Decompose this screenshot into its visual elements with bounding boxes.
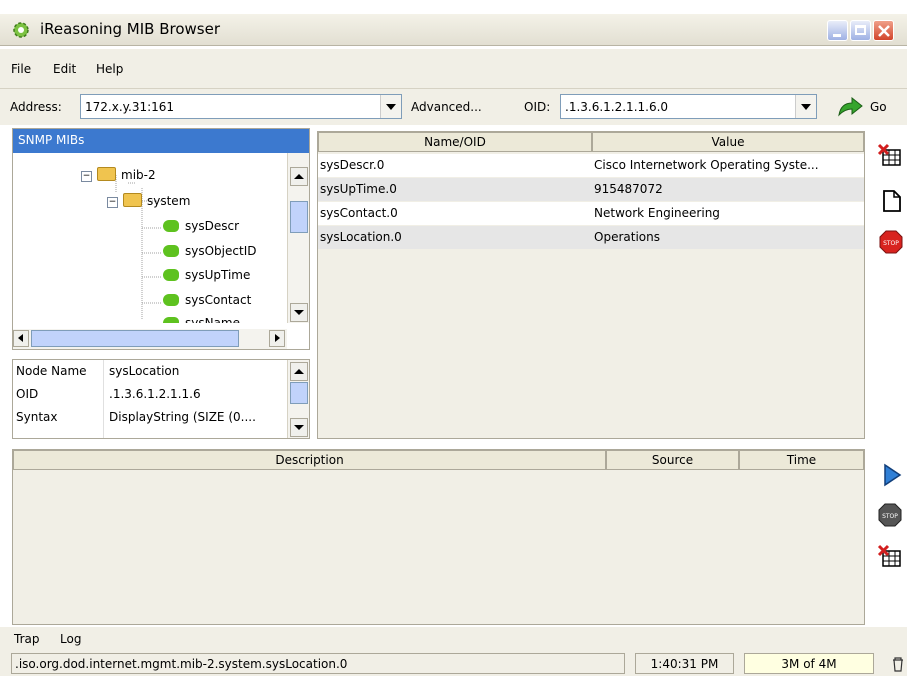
node-info-scrollbar[interactable]: [287, 360, 309, 438]
svg-text:STOP: STOP: [883, 240, 899, 247]
tree-leaf-sysobjectid[interactable]: sysObjectID: [163, 244, 256, 258]
status-bar: .iso.org.dod.internet.mgmt.mib-2.system.…: [0, 651, 907, 676]
go-label: Go: [870, 100, 887, 114]
tree-node-system[interactable]: − system: [107, 193, 190, 208]
column-divider: [103, 360, 104, 438]
tree-vertical-scrollbar[interactable]: [287, 153, 309, 323]
column-header-time[interactable]: Time: [739, 450, 864, 470]
leaf-icon: [163, 220, 179, 232]
go-button[interactable]: Go: [836, 94, 906, 120]
mib-tree-header: SNMP MIBs: [13, 129, 309, 153]
menu-file[interactable]: File: [11, 62, 31, 76]
menu-edit[interactable]: Edit: [53, 62, 76, 76]
go-arrow-icon: [838, 97, 863, 117]
column-header-name-oid[interactable]: Name/OID: [318, 132, 592, 152]
status-oid-path: .iso.org.dod.internet.mgmt.mib-2.system.…: [11, 653, 625, 674]
play-icon[interactable]: [879, 462, 905, 488]
tab-log[interactable]: Log: [60, 632, 81, 646]
folder-open-icon: [97, 167, 116, 181]
scroll-thumb[interactable]: [290, 201, 308, 233]
scroll-down-button[interactable]: [290, 303, 308, 322]
leaf-icon: [163, 317, 179, 323]
minimize-icon: [833, 34, 841, 37]
clear-table-icon[interactable]: [877, 544, 903, 570]
mib-tree-panel: SNMP MIBs − mib-2 − system sysDescr sysObj…: [12, 128, 310, 350]
status-time: 1:40:31 PM: [635, 653, 734, 674]
node-info-panel: Node Name sysLocation OID .1.3.6.1.2.1.1…: [12, 359, 310, 439]
clear-table-icon[interactable]: [877, 143, 903, 169]
scroll-right-button[interactable]: [269, 330, 285, 347]
title-bar[interactable]: iReasoning MIB Browser: [0, 14, 907, 46]
scroll-up-button[interactable]: [290, 362, 308, 381]
stop-icon[interactable]: STOP: [878, 229, 904, 255]
column-header-description[interactable]: Description: [13, 450, 606, 470]
tree-leaf-sysdescr[interactable]: sysDescr: [163, 219, 239, 233]
node-info-row: Node Name sysLocation: [16, 364, 180, 378]
scroll-thumb[interactable]: [290, 382, 308, 404]
collapse-icon[interactable]: −: [81, 171, 92, 182]
oid-combobox[interactable]: .1.3.6.1.2.1.1.6.0: [560, 94, 817, 119]
window-title: iReasoning MIB Browser: [40, 20, 221, 38]
minimize-button[interactable]: [827, 20, 848, 41]
tree-leaf-sysname[interactable]: sysName: [163, 316, 240, 323]
table-row[interactable]: sysContact.0 Network Engineering: [318, 202, 864, 225]
tree-leaf-syscontact[interactable]: sysContact: [163, 293, 251, 307]
oid-dropdown-arrow-icon[interactable]: [795, 95, 816, 118]
trash-icon[interactable]: [890, 656, 906, 672]
scroll-down-button[interactable]: [290, 418, 308, 437]
leaf-icon: [163, 245, 179, 257]
close-icon: [878, 25, 890, 37]
address-combobox[interactable]: 172.x.y.31:161: [80, 94, 402, 119]
tree-leaf-sysuptime[interactable]: sysUpTime: [163, 268, 250, 282]
tree-horizontal-scrollbar[interactable]: [13, 329, 287, 349]
scroll-left-button[interactable]: [13, 330, 29, 347]
address-dropdown-arrow-icon[interactable]: [380, 95, 401, 118]
scroll-thumb[interactable]: [31, 330, 239, 347]
table-row[interactable]: sysUpTime.0 915487072: [318, 178, 864, 201]
stop-icon[interactable]: STOP: [877, 502, 903, 528]
tab-bar: Trap Log: [0, 627, 907, 651]
oid-label: OID:: [524, 100, 551, 114]
address-bar: Address: 172.x.y.31:161 Advanced... OID:…: [0, 89, 907, 125]
tree-node-mib-2[interactable]: − mib-2: [81, 167, 156, 182]
address-label: Address:: [10, 100, 62, 114]
advanced-button[interactable]: Advanced...: [411, 100, 482, 114]
results-table[interactable]: Name/OID Value sysDescr.0 Cisco Internet…: [317, 131, 865, 439]
scroll-up-button[interactable]: [290, 167, 308, 186]
column-header-value[interactable]: Value: [592, 132, 864, 152]
mib-tree[interactable]: − mib-2 − system sysDescr sysObjectID sysU…: [13, 153, 287, 323]
close-button[interactable]: [873, 20, 894, 41]
menu-bar: File Edit Help: [0, 49, 907, 89]
node-info-row: Syntax DisplayString (SIZE (0....: [16, 410, 256, 424]
address-input[interactable]: 172.x.y.31:161: [85, 100, 174, 114]
collapse-icon[interactable]: −: [107, 197, 118, 208]
maximize-icon: [855, 25, 866, 35]
menu-help[interactable]: Help: [96, 62, 123, 76]
trap-table[interactable]: Description Source Time: [12, 449, 865, 625]
leaf-icon: [163, 294, 179, 306]
table-row[interactable]: sysDescr.0 Cisco Internetwork Operating …: [318, 154, 864, 177]
table-row[interactable]: sysLocation.0 Operations: [318, 226, 864, 249]
tab-trap[interactable]: Trap: [14, 632, 39, 646]
node-info-row: OID .1.3.6.1.2.1.1.6: [16, 387, 201, 401]
leaf-icon: [163, 269, 179, 281]
new-document-icon[interactable]: [879, 188, 905, 214]
app-gear-icon: [13, 22, 29, 38]
oid-input[interactable]: .1.3.6.1.2.1.1.6.0: [565, 100, 668, 114]
status-memory: 3M of 4M: [744, 653, 874, 674]
svg-text:STOP: STOP: [882, 513, 898, 520]
maximize-button[interactable]: [850, 20, 871, 41]
column-header-source[interactable]: Source: [606, 450, 739, 470]
folder-open-icon: [123, 193, 142, 207]
